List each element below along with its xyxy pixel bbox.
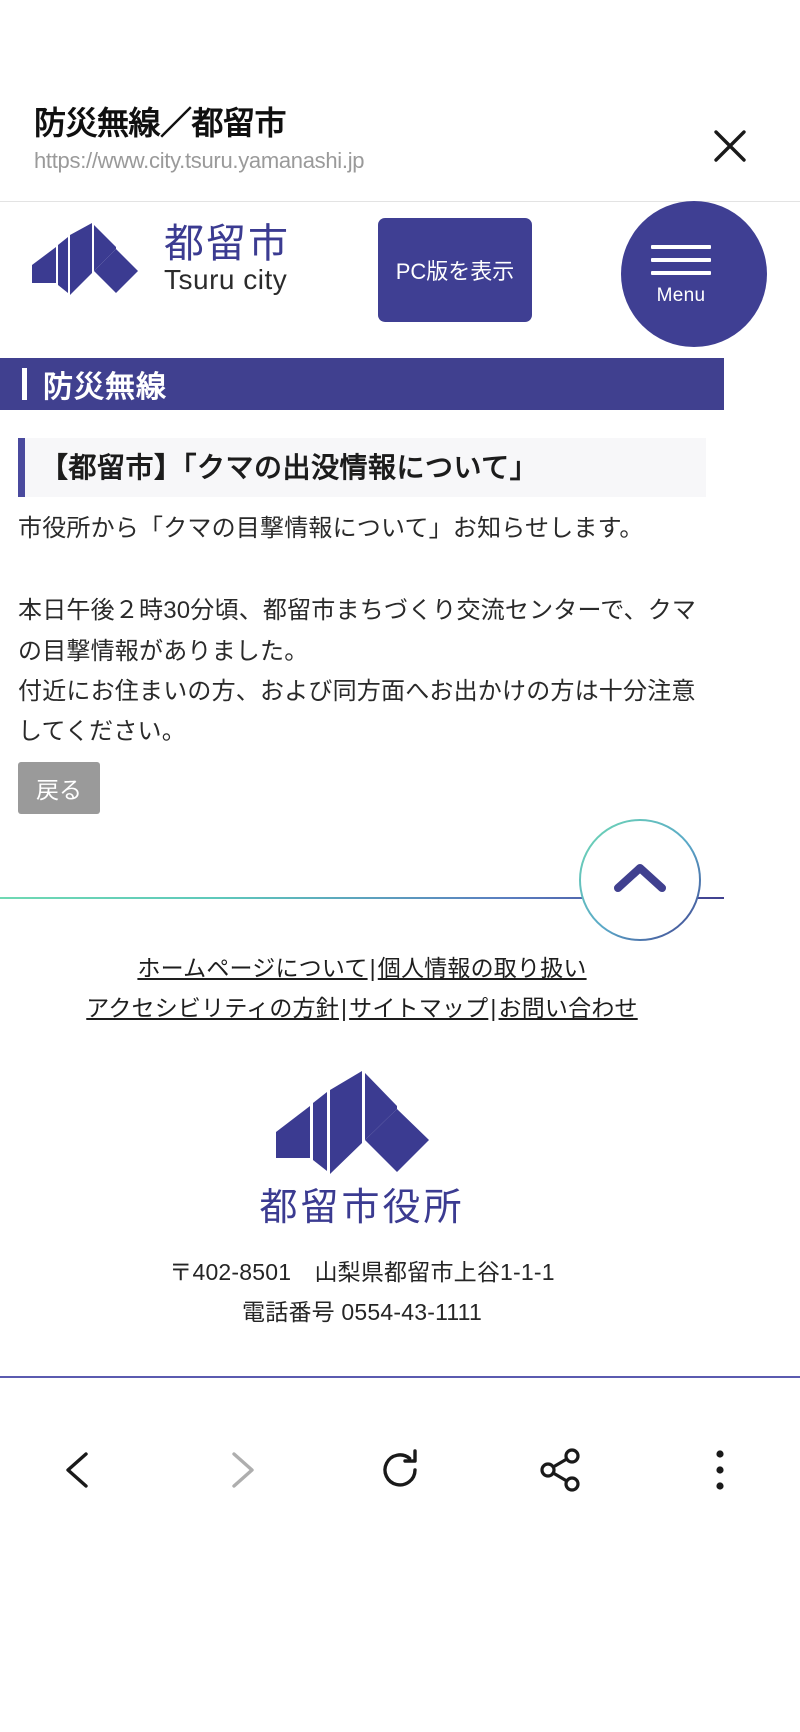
page-right-gutter: [724, 203, 800, 1376]
nav-more-button[interactable]: [640, 1420, 800, 1520]
footer-links: ホームページについて|個人情報の取り扱い アクセシビリティの方針|サイトマップ|…: [0, 948, 724, 1029]
close-icon[interactable]: [706, 122, 754, 170]
bottom-nav-bar: [0, 1420, 800, 1520]
article-body: 市役所から「クマの目撃情報について」お知らせします。 本日午後２時30分頃、都留…: [18, 509, 706, 753]
footer-address: 〒402-8501 山梨県都留市上谷1-1-1: [169, 1259, 555, 1285]
section-title: 防災無線: [43, 371, 167, 404]
footer-links-row-2: アクセシビリティの方針|サイトマップ|お問い合わせ: [0, 988, 724, 1028]
footer-address-block: 〒402-8501 山梨県都留市上谷1-1-1 電話番号 0554-43-111…: [0, 1252, 724, 1333]
more-vertical-icon: [716, 1450, 724, 1490]
pc-view-button[interactable]: PC版を表示: [378, 218, 532, 322]
menu-button[interactable]: Menu: [621, 201, 767, 347]
menu-button-label: Menu: [656, 285, 706, 306]
reload-icon: [383, 1449, 417, 1487]
page-url: https://www.city.tsuru.yamanashi.jp: [34, 148, 365, 174]
footer-phone: 電話番号 0554-43-1111: [242, 1299, 482, 1326]
share-icon: [540, 1448, 580, 1492]
article-paragraph-2-line-1: 本日午後２時30分頃、都留市まちづくり交流センターで、クマの目撃情報がありました…: [18, 597, 697, 665]
tsuru-city-logo-icon: [32, 223, 138, 295]
chevron-right-icon: [232, 1452, 254, 1488]
scroll-to-top-button[interactable]: [578, 818, 702, 942]
chevron-left-icon: [66, 1452, 88, 1488]
footer-link-accessibility[interactable]: アクセシビリティの方針: [86, 995, 339, 1021]
back-button[interactable]: 戻る: [18, 762, 100, 814]
footer-link-contact[interactable]: お問い合わせ: [499, 995, 638, 1021]
site-logo-text: 都留市 Tsuru city: [164, 223, 290, 296]
browser-title-block: 防災無線／都留市 https://www.city.tsuru.yamanash…: [34, 104, 654, 175]
footer-link-separator: |: [369, 955, 376, 981]
nav-share-button[interactable]: [480, 1420, 640, 1520]
section-accent-bar: [22, 368, 27, 400]
browser-top-bar: 防災無線／都留市 https://www.city.tsuru.yamanash…: [0, 0, 800, 202]
nav-forward-button[interactable]: [160, 1420, 320, 1520]
article-paragraph-2-line-2: 付近にお住まいの方、および同方面へお出かけの方は十分注意してください。: [18, 677, 696, 746]
footer-link-about-homepage[interactable]: ホームページについて: [137, 955, 367, 981]
footer-link-separator: |: [340, 995, 348, 1022]
browser-page-preview: 防災無線／都留市 https://www.city.tsuru.yamanash…: [0, 0, 800, 1732]
site-header: 都留市 Tsuru city: [0, 203, 724, 348]
section-title-bar: 防災無線: [0, 358, 724, 410]
article: 【都留市】「クマの出没情報について」 市役所から「クマの目撃情報について」お知ら…: [0, 410, 724, 814]
footer-link-privacy[interactable]: 個人情報の取り扱い: [378, 955, 587, 981]
footer-links-row-1: ホームページについて|個人情報の取り扱い: [0, 948, 724, 988]
footer-logo-text: 都留市役所: [259, 1187, 465, 1229]
site-logo-ja: 都留市: [164, 221, 290, 266]
footer-logo: 都留市役所: [0, 1068, 724, 1232]
footer-link-separator: |: [490, 995, 497, 1022]
article-heading: 【都留市】「クマの出没情報について」: [18, 438, 706, 497]
page-title: 防災無線／都留市: [34, 105, 287, 141]
tsuru-city-hall-logo-icon: [276, 1071, 429, 1174]
article-heading-text: 【都留市】「クマの出没情報について」: [40, 452, 539, 483]
nav-back-button[interactable]: [0, 1420, 160, 1520]
hamburger-icon: [651, 245, 711, 284]
footer-link-sitemap[interactable]: サイトマップ: [349, 995, 488, 1021]
article-paragraph-1: 市役所から「クマの目撃情報について」お知らせします。: [18, 515, 644, 542]
site-logo-en: Tsuru city: [164, 263, 288, 295]
site-logo[interactable]: 都留市 Tsuru city: [30, 221, 290, 297]
nav-reload-button[interactable]: [320, 1420, 480, 1520]
